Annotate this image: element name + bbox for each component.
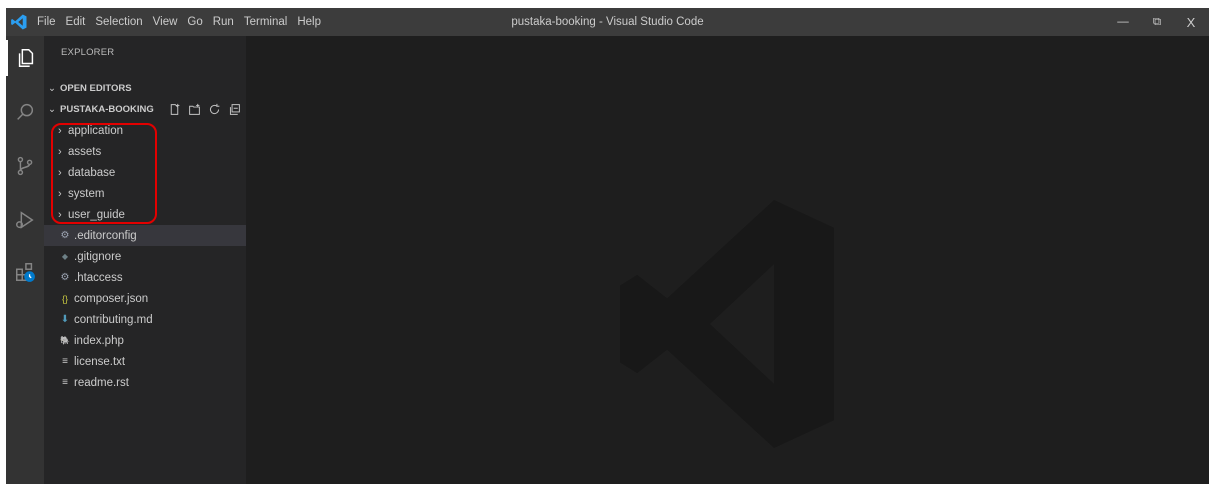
php-icon: 🐘 (60, 336, 70, 345)
explorer-sidebar: EXPLORER ⌄ OPEN EDITORS ⌄ PUSTAKA-BOOKIN… (44, 36, 246, 484)
file-item[interactable]: 🐘 index.php (44, 330, 246, 351)
file-label: .gitignore (74, 250, 122, 263)
menu-edit[interactable]: Edit (61, 8, 91, 36)
file-item[interactable]: ⬇ contributing.md (44, 309, 246, 330)
extensions-button[interactable] (6, 254, 44, 290)
file-label: composer.json (74, 292, 149, 305)
file-label: .htaccess (74, 271, 123, 284)
file-item[interactable]: ⚙ .htaccess (44, 267, 246, 288)
menu-help[interactable]: Help (292, 8, 326, 36)
folder-label: application (68, 124, 123, 137)
file-label: .editorconfig (74, 229, 137, 242)
source-control-button[interactable] (6, 148, 44, 184)
new-folder-icon (188, 103, 200, 115)
folder-item[interactable]: › assets (44, 141, 246, 162)
gear-icon: ⚙ (60, 230, 70, 241)
new-file-icon (170, 103, 179, 115)
activity-bar (6, 36, 44, 484)
menu-file[interactable]: File (32, 8, 61, 36)
folder-label: database (68, 166, 116, 179)
collapse-all-button[interactable] (226, 102, 242, 118)
sidebar-title: EXPLORER (61, 47, 115, 58)
search-icon (17, 103, 34, 120)
file-item[interactable]: ◆ .gitignore (44, 246, 246, 267)
close-button[interactable]: X (1174, 8, 1208, 36)
text-icon: ≡ (62, 377, 68, 388)
open-editors-label: OPEN EDITORS (60, 83, 132, 94)
file-item[interactable]: {} composer.json (44, 288, 246, 309)
file-label: index.php (74, 334, 124, 347)
file-label: license.txt (74, 355, 126, 368)
file-item[interactable]: ⚙ .editorconfig (44, 225, 246, 246)
chevron-down-icon: ⌄ (48, 104, 56, 115)
folder-label: user_guide (68, 208, 125, 221)
title-bar: File Edit Selection View Go Run Terminal… (6, 8, 1209, 36)
chevron-right-icon: › (58, 124, 62, 137)
file-label: contributing.md (74, 313, 153, 326)
file-label: readme.rst (74, 376, 129, 389)
refresh-button[interactable] (206, 102, 222, 118)
search-button[interactable] (6, 94, 44, 130)
source-control-icon (17, 156, 33, 176)
menu-bar: File Edit Selection View Go Run Terminal… (32, 8, 326, 36)
run-debug-button[interactable] (6, 202, 44, 238)
open-editors-header[interactable]: ⌄ OPEN EDITORS (44, 78, 246, 99)
menu-terminal[interactable]: Terminal (239, 8, 292, 36)
folder-item[interactable]: › user_guide (44, 204, 246, 225)
chevron-right-icon: › (58, 187, 62, 200)
new-file-button[interactable] (166, 102, 182, 118)
git-icon: ◆ (61, 252, 69, 261)
editor-area (246, 36, 1209, 484)
files-icon (18, 49, 34, 67)
project-header[interactable]: ⌄ PUSTAKA-BOOKING (44, 99, 246, 120)
menu-run[interactable]: Run (208, 8, 239, 36)
vscode-window: File Edit Selection View Go Run Terminal… (6, 8, 1209, 484)
folder-item[interactable]: › database (44, 162, 246, 183)
file-item[interactable]: ≡ license.txt (44, 351, 246, 372)
menu-selection[interactable]: Selection (90, 8, 147, 36)
json-icon: {} (61, 293, 68, 304)
folder-label: system (68, 187, 105, 200)
refresh-icon (209, 103, 219, 115)
menu-go[interactable]: Go (182, 8, 207, 36)
restore-button[interactable]: ⧉ (1140, 8, 1174, 36)
gear-icon: ⚙ (60, 272, 70, 283)
menu-view[interactable]: View (148, 8, 183, 36)
run-debug-icon (16, 211, 34, 229)
extensions-icon (16, 263, 35, 282)
explorer-button[interactable] (6, 40, 44, 76)
minimize-button[interactable]: — (1106, 8, 1140, 36)
vscode-watermark-icon (620, 200, 834, 448)
project-actions (166, 99, 242, 120)
folder-label: assets (68, 145, 102, 158)
chevron-right-icon: › (58, 145, 62, 158)
chevron-right-icon: › (58, 208, 62, 221)
folder-item[interactable]: › application (44, 120, 246, 141)
markdown-icon: ⬇ (60, 314, 70, 325)
text-icon: ≡ (62, 356, 68, 367)
chevron-right-icon: › (58, 166, 62, 179)
new-folder-button[interactable] (186, 102, 202, 118)
chevron-down-icon: ⌄ (48, 83, 56, 94)
collapse-all-icon (229, 104, 240, 115)
vscode-logo-icon (11, 14, 27, 30)
folder-item[interactable]: › system (44, 183, 246, 204)
file-item[interactable]: ≡ readme.rst (44, 372, 246, 393)
project-label: PUSTAKA-BOOKING (60, 104, 154, 115)
